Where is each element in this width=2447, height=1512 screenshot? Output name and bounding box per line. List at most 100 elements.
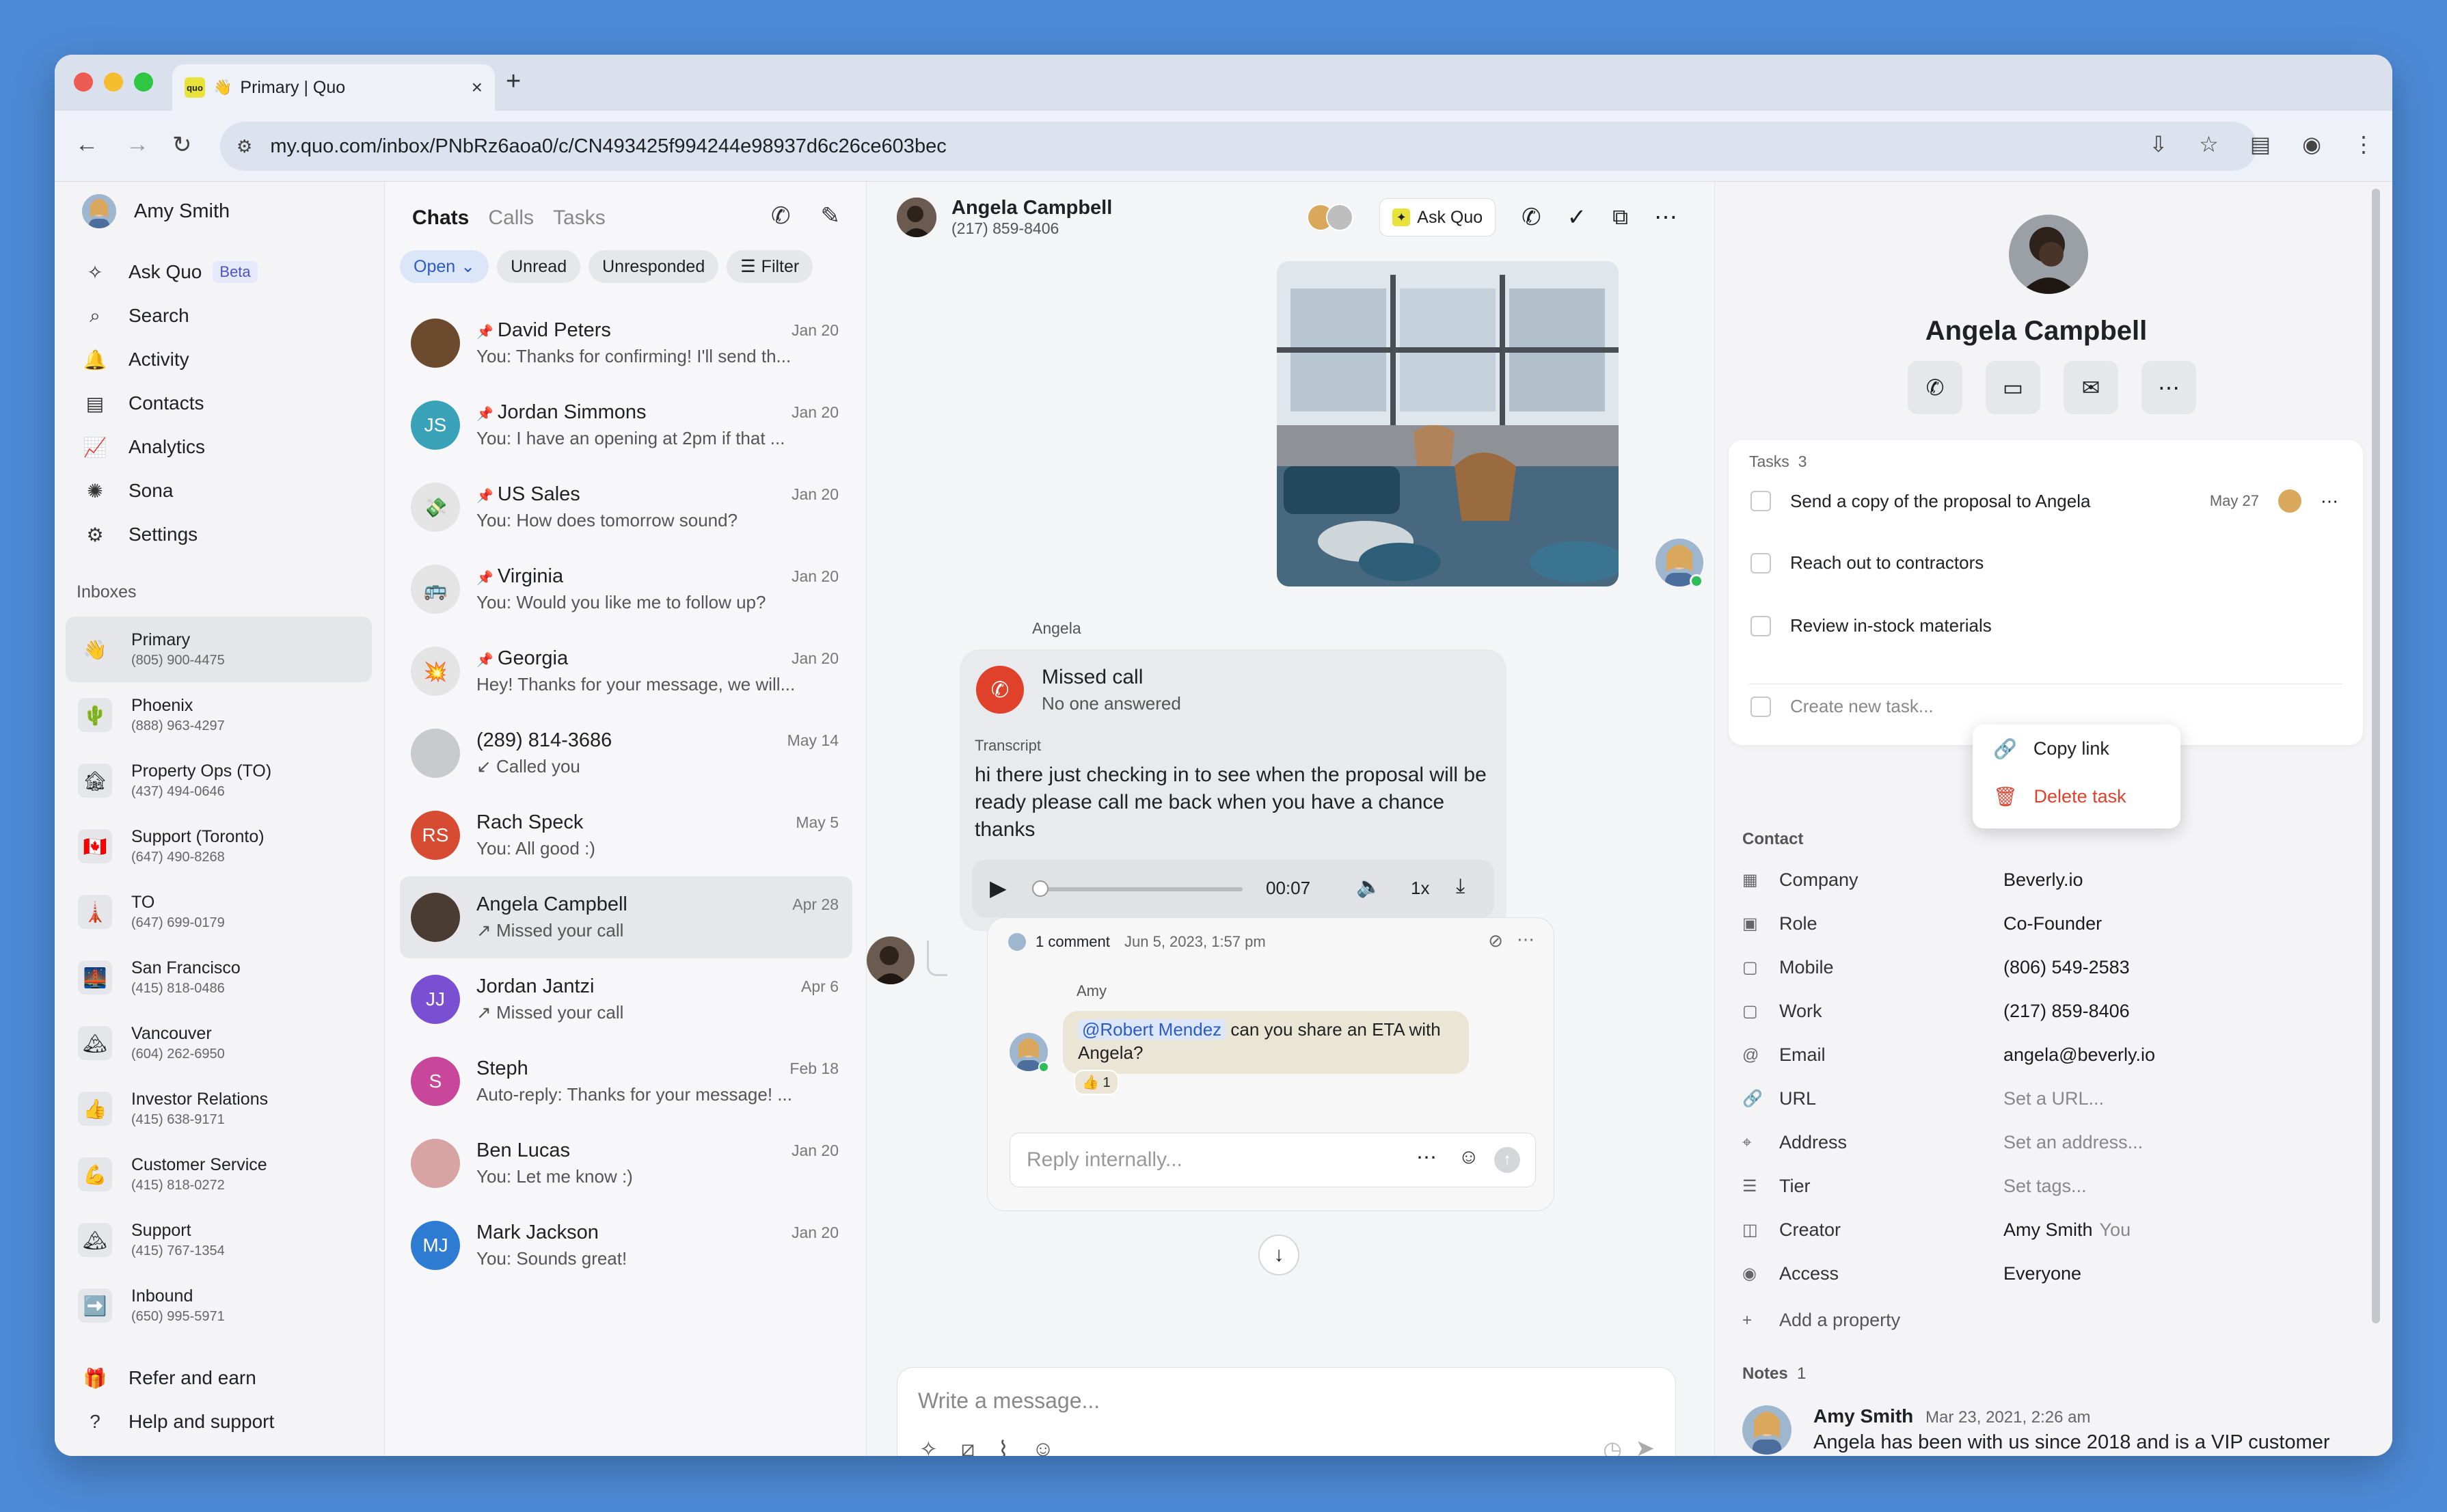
inbox-item[interactable]: 🏔 Vancouver (604) 262-6950 (66, 1010, 372, 1076)
property-role[interactable]: ▣ Role Co-Founder (1742, 913, 2102, 934)
inbox-item[interactable]: ➡️ Inbound (650) 995-5971 (66, 1273, 372, 1338)
close-window-button[interactable] (74, 72, 93, 92)
unread-filter[interactable]: Unread (497, 250, 581, 283)
reaction-thumbs-up[interactable]: 👍 1 (1074, 1070, 1119, 1095)
open-filter-dropdown[interactable]: Open ⌄ (400, 250, 489, 283)
mention-tag[interactable]: @Robert Mendez (1078, 1019, 1226, 1040)
email-contact-icon[interactable]: ✉ (2064, 361, 2118, 414)
install-icon[interactable]: ⇩ (2149, 131, 2167, 157)
emoji-icon[interactable]: ☺ (1032, 1436, 1055, 1456)
new-message-icon[interactable]: ✎ (821, 202, 841, 230)
inbox-item[interactable]: 💪 Customer Service (415) 818-0272 (66, 1142, 372, 1207)
contact-profile-name[interactable]: Angela Campbell (1715, 316, 2357, 347)
ask-quo-button[interactable]: ✦ Ask Quo (1379, 198, 1496, 237)
resolve-check-icon[interactable]: ⊘ (1488, 930, 1503, 951)
property-mobile[interactable]: ▢ Mobile (806) 549-2583 (1742, 957, 2130, 978)
open-panel-icon[interactable]: ⧉ (1612, 204, 1628, 230)
inbox-item[interactable]: 🇨🇦 Support (Toronto) (647) 490-8268 (66, 813, 372, 879)
conversation-contact-name[interactable]: Angela Campbell (951, 197, 1112, 219)
mark-done-check-icon[interactable]: ✓ (1567, 204, 1587, 231)
menu-kebab-icon[interactable]: ⋮ (2353, 131, 2375, 157)
tab-tasks[interactable]: Tasks (553, 206, 606, 230)
chat-list-item[interactable]: JS 📌 Jordan Simmons Jan 20 You: I have an op… (400, 384, 852, 466)
chat-list-item[interactable]: S Steph Feb 18 Auto-reply: Thanks for your … (400, 1040, 852, 1122)
chat-list-item[interactable]: 🚌 📌 Virginia Jan 20 You: Would you like me t… (400, 548, 852, 630)
chat-list-item[interactable]: 💸 📌 US Sales Jan 20 You: How does tomorrow s… (400, 466, 852, 548)
comment-more-icon[interactable]: ⋯ (1517, 929, 1535, 950)
more-icon[interactable]: ⋯ (1654, 204, 1677, 231)
site-settings-icon[interactable]: ⚙ (236, 136, 252, 157)
task-row[interactable]: Review in-stock materials (1750, 615, 2338, 636)
inbox-item[interactable]: 👍 Investor Relations (415) 638-9171 (66, 1076, 372, 1142)
chat-list-item[interactable]: JJ Jordan Jantzi Apr 6 ↗ Missed your call (400, 958, 852, 1040)
filter-button[interactable]: ☰ Filter (727, 250, 813, 283)
bookmark-star-icon[interactable]: ☆ (2199, 131, 2219, 157)
nav-item-search[interactable]: ⌕ Search (82, 294, 258, 338)
property-company[interactable]: ▦ Company Beverly.io (1742, 869, 2083, 891)
audio-scrub-handle[interactable] (1032, 880, 1049, 897)
inbox-item[interactable]: 👋 Primary (805) 900-4475 (66, 617, 372, 682)
playback-speed[interactable]: 1x (1411, 878, 1429, 899)
nav-item-analytics[interactable]: 📈 Analytics (82, 425, 258, 469)
download-icon[interactable]: ⤓ (1456, 875, 1465, 898)
tab-calls[interactable]: Calls (488, 206, 534, 230)
new-call-icon[interactable]: ✆ (771, 202, 791, 230)
send-reply-icon[interactable]: ↑ (1494, 1147, 1520, 1173)
emoji-icon[interactable]: ☺ (1458, 1146, 1479, 1169)
task-row[interactable]: Send a copy of the proposal to Angela May… (1750, 489, 2338, 513)
more-actions-icon[interactable]: ⋯ (2141, 361, 2196, 414)
nav-item-ask-quo[interactable]: ✧ Ask Quo Beta (82, 250, 258, 294)
contact-profile-avatar[interactable] (2009, 215, 2088, 294)
reload-icon[interactable]: ↻ (172, 131, 192, 159)
sidebar-link-refer-and-earn[interactable]: 🎁 Refer and earn (82, 1356, 274, 1400)
forward-icon[interactable]: → (126, 131, 149, 158)
note[interactable]: Amy Smith Mar 23, 2021, 2:26 am Angela h… (1813, 1405, 2330, 1454)
back-icon[interactable]: ← (75, 131, 98, 158)
nav-item-settings[interactable]: ⚙ Settings (82, 513, 258, 556)
property-creator[interactable]: ◫ Creator Amy Smith You (1742, 1219, 2131, 1241)
nav-item-contacts[interactable]: ▤ Contacts (82, 381, 258, 425)
participants-avatars[interactable] (1307, 204, 1354, 231)
audio-progress-track[interactable] (1038, 887, 1243, 891)
new-task-row[interactable]: Create new task... (1750, 696, 1934, 717)
copy-link-menu-item[interactable]: 🔗 Copy link (1973, 725, 2180, 772)
tab-chats[interactable]: Chats (412, 206, 469, 230)
delete-task-menu-item[interactable]: 🗑 Delete task (1973, 772, 2180, 820)
task-row[interactable]: Reach out to contractors (1750, 552, 2338, 573)
inbox-item[interactable]: 🏚 Property Ops (TO) (437) 494-0646 (66, 748, 372, 813)
reply-internal-field[interactable]: Reply internally... ⋯ ☺ ↑ (1010, 1133, 1536, 1187)
task-checkbox[interactable] (1750, 615, 1771, 636)
nav-item-activity[interactable]: 🔔 Activity (82, 338, 258, 381)
task-checkbox[interactable] (1750, 552, 1771, 573)
scroll-down-button[interactable]: ↓ (1258, 1234, 1299, 1275)
inbox-item[interactable]: 🏔 Support (415) 767-1354 (66, 1207, 372, 1273)
profile-icon[interactable]: ◉ (2302, 131, 2321, 157)
message-composer[interactable]: Write a message... ✧ ⧄ ⌇ ☺ ◷ ➤ (897, 1367, 1676, 1456)
reply-more-icon[interactable]: ⋯ (1416, 1146, 1437, 1170)
browser-tab[interactable]: quo 👋 Primary | Quo × (172, 64, 495, 111)
chat-list-item[interactable]: RS Rach Speck May 5 You: All good :) (400, 794, 852, 876)
ai-sparkle-icon[interactable]: ✧ (919, 1436, 938, 1456)
property-tier[interactable]: ☰ Tier Set tags... (1742, 1176, 2087, 1197)
inbox-item[interactable]: 🌵 Phoenix (888) 963-4297 (66, 682, 372, 748)
task-more-icon[interactable]: ⋯ (2321, 491, 2338, 512)
zoom-window-button[interactable] (134, 72, 153, 92)
inbox-item[interactable]: 🗼 TO (647) 699-0179 (66, 879, 372, 945)
minimize-window-button[interactable] (104, 72, 123, 92)
chat-list-item[interactable]: Ben Lucas Jan 20 You: Let me know :) (400, 1122, 852, 1204)
play-icon[interactable]: ▶ (990, 875, 1007, 901)
property-url[interactable]: 🔗 URL Set a URL... (1742, 1088, 2104, 1109)
property-address[interactable]: ⌖ Address Set an address... (1742, 1132, 2143, 1153)
call-contact-icon[interactable]: ✆ (1908, 361, 1962, 414)
chat-list-item[interactable]: Angela Campbell Apr 28 ↗ Missed your call (400, 876, 852, 958)
close-tab-icon[interactable]: × (472, 77, 483, 98)
property-work[interactable]: ▢ Work (217) 859-8406 (1742, 1001, 2130, 1022)
inbox-item[interactable]: 🌉 San Francisco (415) 818-0486 (66, 945, 372, 1010)
chat-list-item[interactable]: 📌 David Peters Jan 20 You: Thanks for confi… (400, 302, 852, 384)
chat-list-item[interactable]: (289) 814-3686 May 14 ↙ Called you (400, 712, 852, 794)
task-checkbox[interactable] (1750, 491, 1771, 511)
chat-list-item[interactable]: 💥 📌 Georgia Jan 20 Hey! Thanks for your mess… (400, 630, 852, 712)
address-bar[interactable]: ⚙ my.quo.com/inbox/PNbRz6aoa0/c/CN493425… (220, 122, 2257, 171)
chat-list-item[interactable]: MJ Mark Jackson Jan 20 You: Sounds great! (400, 1204, 852, 1286)
scrollbar[interactable] (2372, 189, 2380, 1323)
